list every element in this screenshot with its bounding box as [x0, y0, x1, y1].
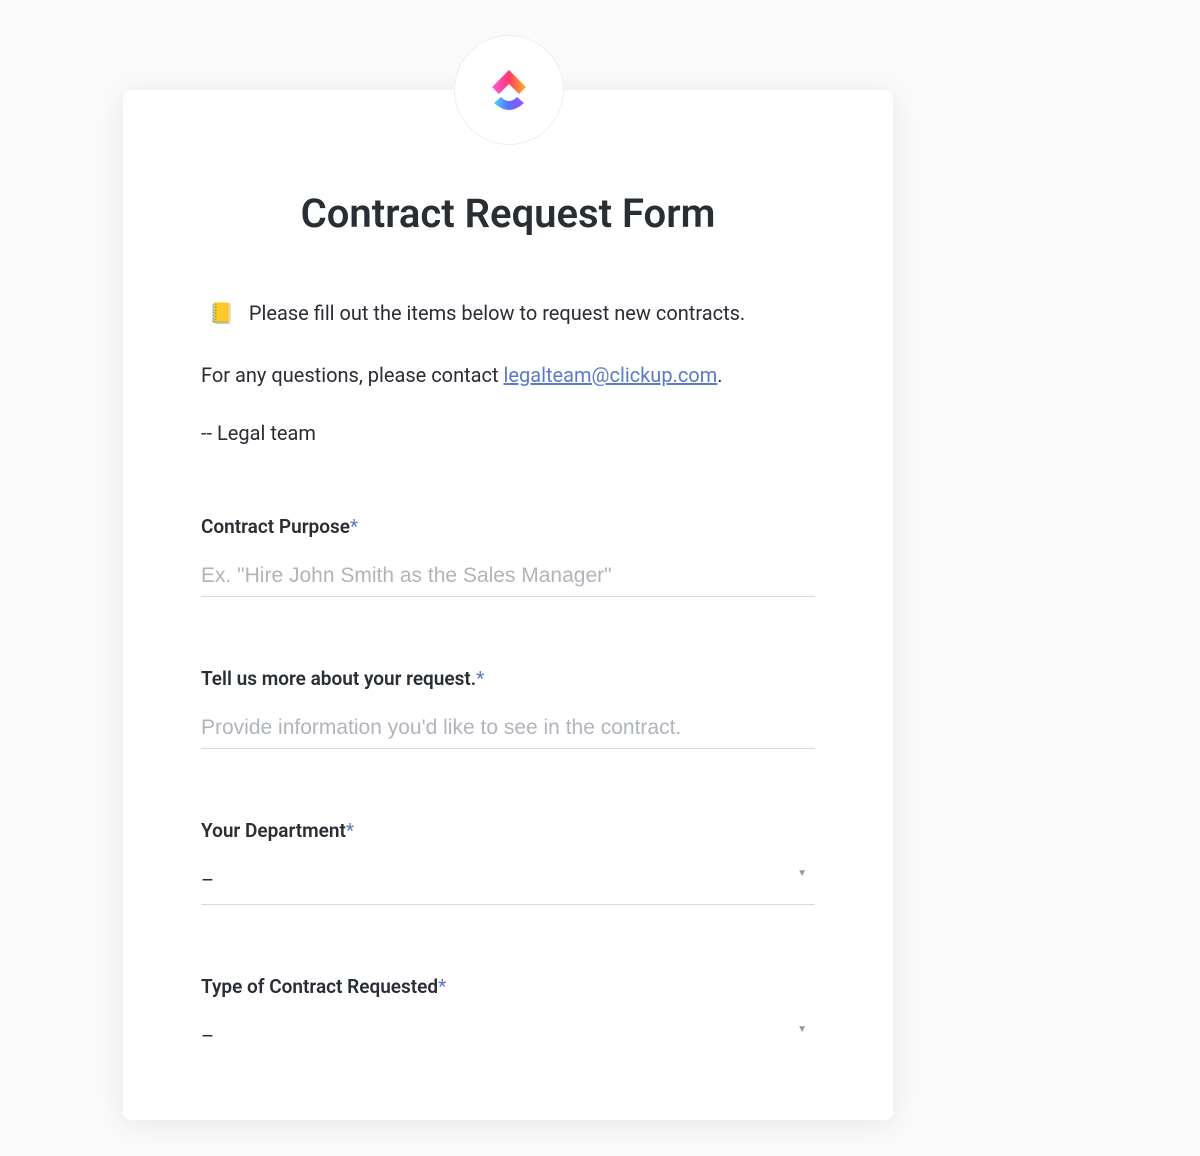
- department-label: Your Department*: [201, 819, 815, 842]
- required-indicator: *: [476, 667, 484, 690]
- contract-purpose-field-group: Contract Purpose*: [201, 515, 815, 597]
- contract-purpose-label: Contract Purpose*: [201, 515, 815, 538]
- contract-type-label: Type of Contract Requested*: [201, 975, 815, 998]
- required-indicator: *: [346, 819, 354, 842]
- logo-container: [454, 35, 564, 145]
- contact-email-link[interactable]: legalteam@clickup.com: [504, 363, 718, 387]
- required-indicator: *: [350, 515, 358, 538]
- chevron-down-icon: ▼: [797, 1024, 807, 1035]
- description-text-1: Please fill out the items below to reque…: [249, 301, 745, 325]
- contract-purpose-input[interactable]: [201, 556, 815, 597]
- department-field-group: Your Department* – ▼: [201, 819, 815, 905]
- description-block: 📒 Please fill out the items below to req…: [201, 297, 815, 445]
- signature-text: -- Legal team: [201, 421, 815, 445]
- required-indicator: *: [438, 975, 446, 998]
- contract-type-select[interactable]: – ▼: [201, 1016, 815, 1060]
- description-line-1: 📒 Please fill out the items below to req…: [201, 297, 815, 329]
- clickup-logo-icon: [484, 65, 534, 115]
- more-info-label: Tell us more about your request.*: [201, 667, 815, 690]
- contract-type-label-text: Type of Contract Requested: [201, 975, 438, 998]
- form-card: Contract Request Form 📒 Please fill out …: [123, 90, 893, 1120]
- more-info-label-text: Tell us more about your request.: [201, 667, 476, 690]
- more-info-field-group: Tell us more about your request.*: [201, 667, 815, 749]
- note-emoji-icon: 📒: [209, 301, 234, 325]
- contract-type-field-group: Type of Contract Requested* – ▼: [201, 975, 815, 1060]
- form-content: 📒 Please fill out the items below to req…: [123, 297, 893, 1060]
- contact-prefix: For any questions, please contact: [201, 363, 504, 387]
- chevron-down-icon: ▼: [797, 868, 807, 879]
- contact-suffix: .: [717, 363, 722, 387]
- department-select-value: –: [201, 868, 214, 892]
- description-contact-line: For any questions, please contact legalt…: [201, 359, 815, 391]
- department-select[interactable]: – ▼: [201, 860, 815, 905]
- contract-purpose-label-text: Contract Purpose: [201, 515, 350, 538]
- more-info-input[interactable]: [201, 708, 815, 749]
- contract-type-select-value: –: [201, 1024, 214, 1048]
- department-label-text: Your Department: [201, 819, 346, 842]
